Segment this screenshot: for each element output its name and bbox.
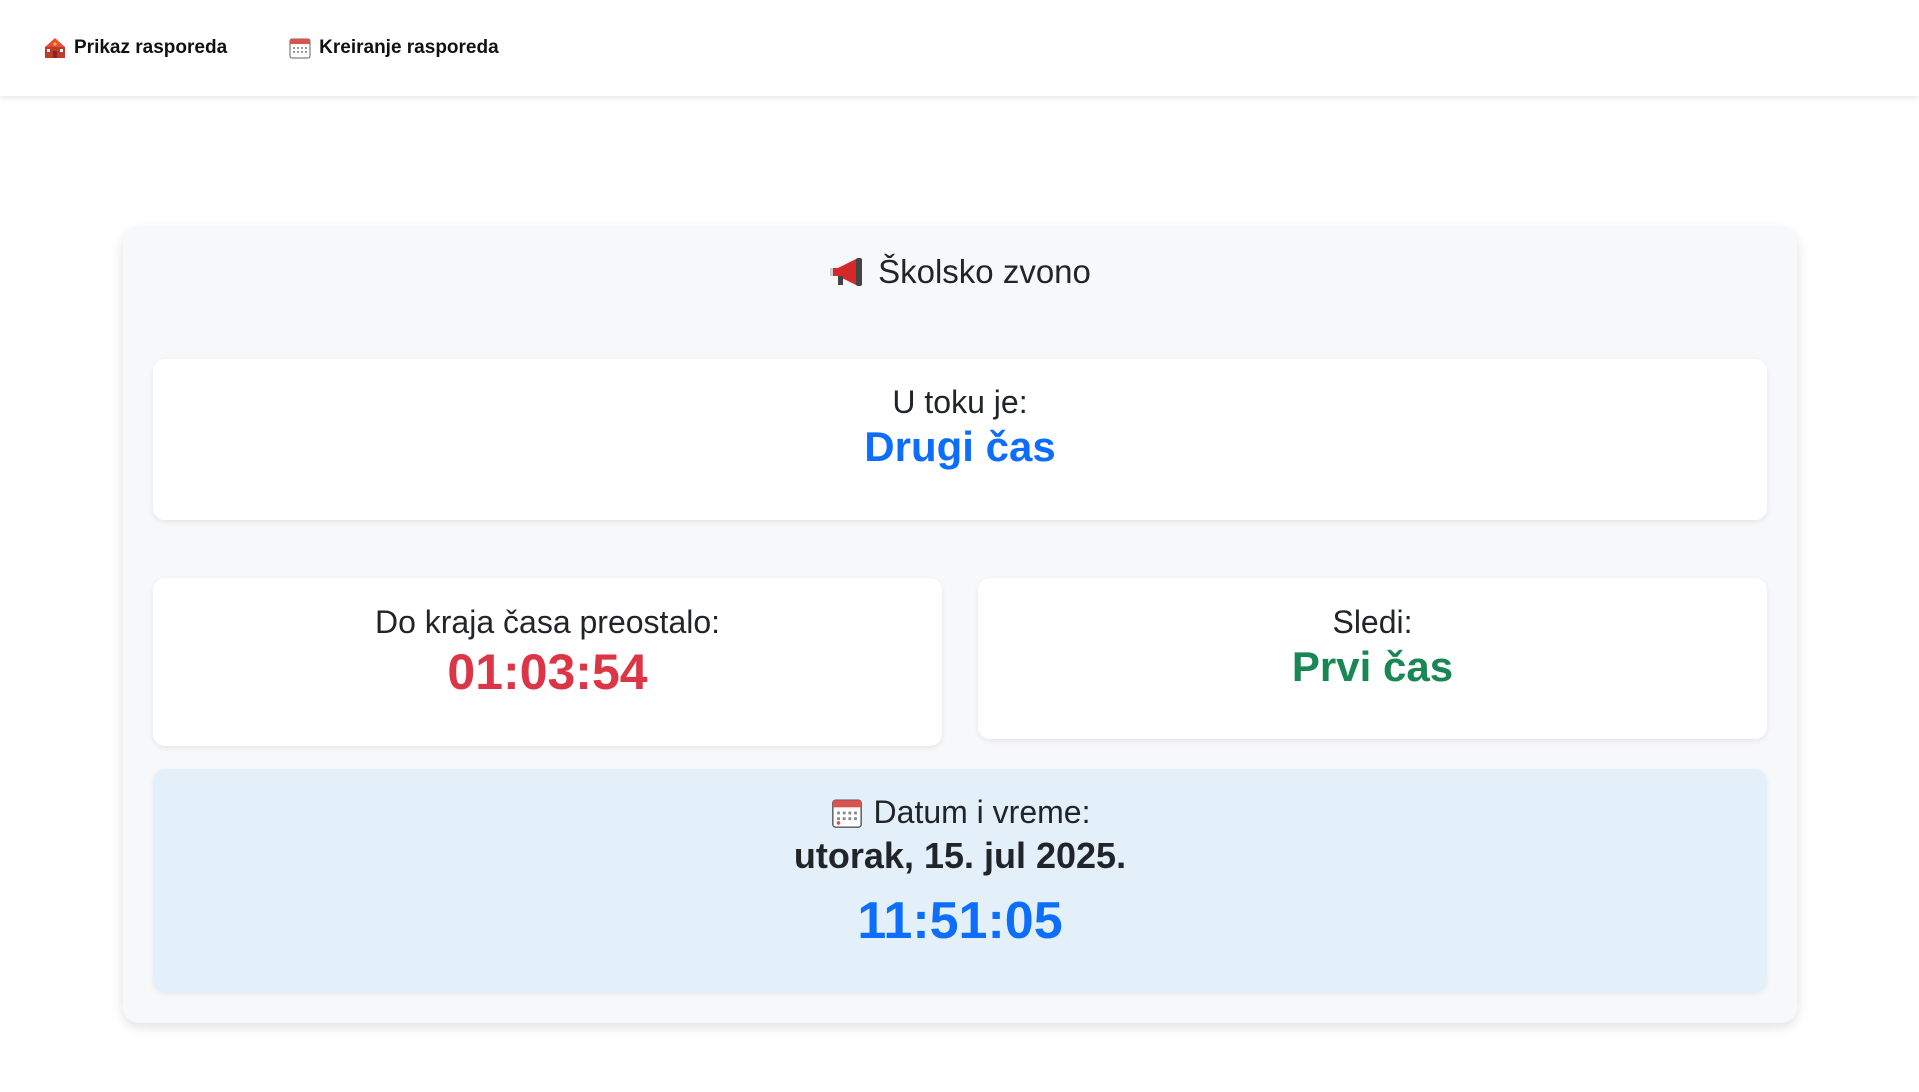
current-date: utorak, 15. jul 2025. xyxy=(793,835,1127,876)
next-value: Prvi čas xyxy=(1291,643,1454,690)
current-period-panel: U toku je: Drugi čas xyxy=(153,359,1767,520)
current-value: Drugi čas xyxy=(864,423,1056,470)
nav-label: Kreiranje rasporeda xyxy=(319,37,499,58)
calendar-icon xyxy=(830,796,864,830)
nav-kreiranje-rasporeda[interactable]: Kreiranje rasporeda xyxy=(288,36,499,60)
nav-label: Prikaz rasporeda xyxy=(74,37,228,58)
megaphone-icon xyxy=(828,256,868,288)
current-label: U toku je: xyxy=(892,384,1028,420)
school-icon xyxy=(43,36,67,60)
card-title: Školsko zvono xyxy=(0,253,1919,291)
top-navbar: Prikaz rasporeda Kreiranje rasporeda xyxy=(0,0,1919,96)
datetime-label: Datum i vreme: xyxy=(873,794,1091,830)
current-time: 11:51:05 xyxy=(857,892,1063,950)
calendar-icon xyxy=(288,36,312,60)
card-title-text: Školsko zvono xyxy=(878,253,1091,290)
next-period-panel: Sledi: Prvi čas xyxy=(978,578,1767,739)
datetime-panel: Datum i vreme: utorak, 15. jul 2025. 11:… xyxy=(153,769,1767,992)
nav-prikaz-rasporeda[interactable]: Prikaz rasporeda xyxy=(43,36,227,60)
remaining-countdown: 01:03:54 xyxy=(447,644,648,700)
next-label: Sledi: xyxy=(1332,604,1413,640)
time-remaining-panel: Do kraja časa preostalo: 01:03:54 xyxy=(153,578,942,746)
datetime-label-row: Datum i vreme: xyxy=(153,794,1767,831)
page: Prikaz rasporeda Kreiranje rasporeda Ško… xyxy=(0,0,1919,1092)
remaining-label: Do kraja časa preostalo: xyxy=(374,604,721,640)
